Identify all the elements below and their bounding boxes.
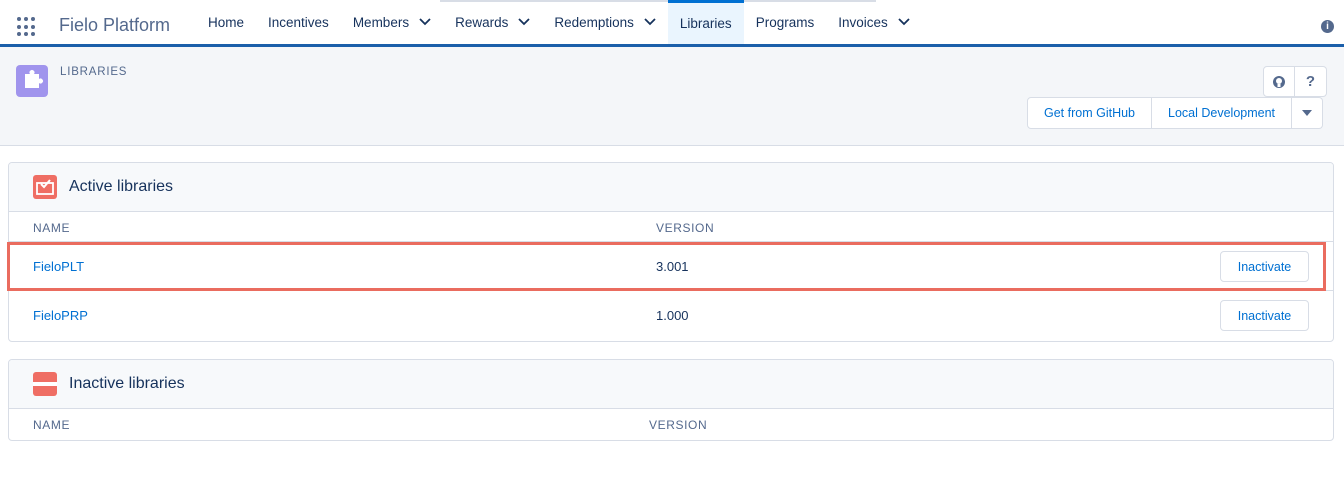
column-header-name: NAME <box>33 418 71 432</box>
nav-item-members[interactable]: Members <box>341 0 443 44</box>
github-icon <box>1273 75 1285 88</box>
table-header: NAME VERSION <box>9 212 1333 242</box>
caret-down-icon <box>1302 110 1313 116</box>
inactivate-button[interactable]: Inactivate <box>1220 251 1309 282</box>
inactivate-button[interactable]: Inactivate <box>1220 300 1309 331</box>
chevron-down-icon[interactable] <box>419 18 431 26</box>
table-header: NAME VERSION <box>9 409 1333 439</box>
nav-item-rewards[interactable]: Rewards <box>443 0 542 44</box>
app-launcher-icon[interactable] <box>16 16 38 38</box>
help-button[interactable]: ? <box>1295 66 1327 97</box>
inactive-libraries-card: Inactive libraries NAME VERSION <box>8 359 1334 441</box>
nav-item-invoices[interactable]: Invoices <box>826 0 922 44</box>
card-header: Active libraries <box>9 163 1333 212</box>
nav-item-programs[interactable]: Programs <box>744 0 827 44</box>
page-title: LIBRARIES <box>60 66 128 78</box>
table-row: FieloPLT 3.001 Inactivate <box>9 242 1333 291</box>
nav-item-libraries[interactable]: Libraries <box>667 0 744 44</box>
nav-item-label: Members <box>352 14 410 30</box>
page-header: LIBRARIES ? Get from GitHub Local Develo… <box>0 47 1344 146</box>
library-version: 3.001 <box>656 259 689 274</box>
nav-item-label: Rewards <box>455 14 509 30</box>
library-version: 1.000 <box>656 308 689 323</box>
icon-button-group: ? <box>1263 66 1327 97</box>
local-development-button[interactable]: Local Development <box>1152 97 1293 129</box>
github-button[interactable] <box>1263 66 1295 97</box>
nav-item-label: Libraries <box>679 16 732 31</box>
card-title: Active libraries <box>69 178 174 195</box>
card-header: Inactive libraries <box>9 360 1333 409</box>
nav-items: Home Incentives Members Rewards Redempti… <box>196 0 922 44</box>
table-row: FieloPRP 1.000 Inactivate <box>9 291 1333 340</box>
app-name: Fielo Platform <box>59 15 171 35</box>
chevron-down-icon[interactable] <box>518 18 530 26</box>
check-calendar-icon <box>33 175 57 199</box>
header-button-group: Get from GitHub Local Development <box>1027 97 1324 129</box>
nav-item-label: Home <box>208 14 245 30</box>
minus-icon <box>33 372 57 396</box>
puzzle-icon <box>16 65 48 97</box>
nav-item-home[interactable]: Home <box>196 0 256 44</box>
nav-item-label: Incentives <box>268 14 329 30</box>
card-title: Inactive libraries <box>69 375 185 392</box>
global-nav: Fielo Platform Home Incentives Members R… <box>0 0 1344 47</box>
column-header-name: NAME <box>33 221 71 235</box>
nav-item-incentives[interactable]: Incentives <box>256 0 341 44</box>
active-libraries-card: Active libraries NAME VERSION FieloPLT 3… <box>8 162 1334 342</box>
library-name-link[interactable]: FieloPRP <box>33 308 88 323</box>
info-icon[interactable]: i <box>1321 20 1334 33</box>
get-from-github-button[interactable]: Get from GitHub <box>1027 97 1152 129</box>
more-actions-button[interactable] <box>1292 97 1324 129</box>
nav-item-redemptions[interactable]: Redemptions <box>542 0 668 44</box>
chevron-down-icon[interactable] <box>644 18 656 26</box>
column-header-version: VERSION <box>649 418 708 432</box>
nav-item-label: Redemptions <box>554 14 634 30</box>
nav-item-label: Invoices <box>838 14 888 30</box>
nav-item-label: Programs <box>755 14 815 30</box>
library-name-link[interactable]: FieloPLT <box>33 259 84 274</box>
column-header-version: VERSION <box>656 221 715 235</box>
chevron-down-icon[interactable] <box>898 18 910 26</box>
